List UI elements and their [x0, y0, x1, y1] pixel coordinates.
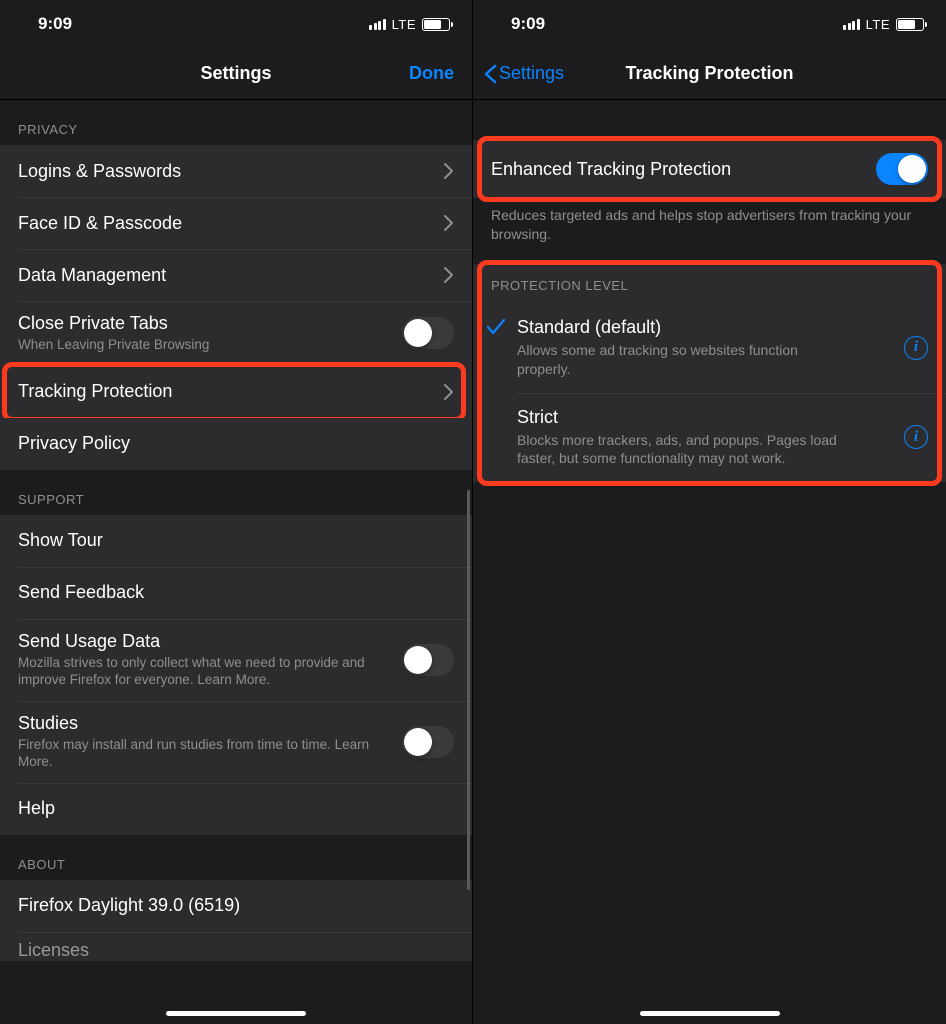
option-sub: Blocks more trackers, ads, and popups. P… [517, 431, 837, 469]
nav-bar-settings: Settings Done [0, 48, 472, 100]
etp-footer: Reduces targeted ads and helps stop adve… [473, 198, 946, 250]
row-licenses[interactable]: Licenses [0, 932, 472, 961]
row-title: Firefox Daylight 39.0 (6519) [18, 895, 442, 916]
checkmark-icon [487, 319, 505, 340]
option-sub: Allows some ad tracking so websites func… [517, 341, 837, 379]
row-show-tour[interactable]: Show Tour [0, 515, 472, 567]
chevron-right-icon [444, 384, 454, 400]
row-data-management[interactable]: Data Management [0, 249, 472, 301]
row-title: Help [18, 798, 442, 819]
row-title: Studies [18, 713, 390, 734]
row-sub: When Leaving Private Browsing [18, 336, 390, 354]
option-title: Strict [517, 407, 928, 428]
row-send-feedback[interactable]: Send Feedback [0, 567, 472, 619]
row-faceid-passcode[interactable]: Face ID & Passcode [0, 197, 472, 249]
row-enhanced-tracking-protection[interactable]: Enhanced Tracking Protection [473, 140, 946, 198]
nav-bar-tracking-protection: Settings Tracking Protection [473, 48, 946, 100]
chevron-left-icon [483, 64, 497, 84]
status-time: 9:09 [38, 14, 72, 34]
row-help[interactable]: Help [0, 783, 472, 835]
row-sub: Mozilla strives to only collect what we … [18, 654, 390, 689]
toggle-send-usage-data[interactable] [402, 644, 454, 676]
row-sub: Firefox may install and run studies from… [18, 736, 390, 771]
status-time: 9:09 [511, 14, 545, 34]
nav-title: Settings [200, 63, 271, 84]
network-label: LTE [866, 17, 890, 32]
row-title: Privacy Policy [18, 433, 442, 454]
toggle-enhanced-tracking-protection[interactable] [876, 153, 928, 185]
row-title: Data Management [18, 265, 432, 286]
chevron-right-icon [444, 215, 454, 231]
section-header-about: ABOUT [0, 835, 472, 880]
row-title: Show Tour [18, 530, 442, 551]
info-icon[interactable]: i [904, 425, 928, 449]
home-indicator[interactable] [166, 1011, 306, 1016]
status-bar: 9:09 LTE [473, 0, 946, 48]
info-icon[interactable]: i [904, 336, 928, 360]
option-strict[interactable]: Strict Blocks more trackers, ads, and po… [473, 393, 946, 483]
signal-icon [843, 18, 860, 30]
battery-icon [422, 18, 450, 31]
section-header-support: SUPPORT [0, 470, 472, 515]
row-close-private-tabs[interactable]: Close Private Tabs When Leaving Private … [0, 301, 472, 366]
back-button[interactable]: Settings [483, 63, 564, 84]
row-title: Send Usage Data [18, 631, 390, 652]
network-label: LTE [392, 17, 416, 32]
option-standard[interactable]: Standard (default) Allows some ad tracki… [473, 303, 946, 393]
tracking-protection-screen: 9:09 LTE Settings Tracking Protection En… [473, 0, 946, 1024]
done-button[interactable]: Done [409, 63, 454, 84]
row-firefox-version[interactable]: Firefox Daylight 39.0 (6519) [0, 880, 472, 932]
chevron-right-icon [444, 163, 454, 179]
toggle-studies[interactable] [402, 726, 454, 758]
row-title: Close Private Tabs [18, 313, 390, 334]
section-header-protection-level: PROTECTION LEVEL [473, 264, 946, 303]
status-indicators: LTE [843, 17, 924, 32]
row-title: Face ID & Passcode [18, 213, 432, 234]
home-indicator[interactable] [640, 1011, 780, 1016]
battery-icon [896, 18, 924, 31]
chevron-right-icon [444, 267, 454, 283]
row-logins-passwords[interactable]: Logins & Passwords [0, 145, 472, 197]
row-title: Tracking Protection [18, 381, 432, 402]
status-indicators: LTE [369, 17, 450, 32]
section-header-privacy: PRIVACY [0, 100, 472, 145]
toggle-close-private-tabs[interactable] [402, 317, 454, 349]
back-label: Settings [499, 63, 564, 84]
status-bar: 9:09 LTE [0, 0, 472, 48]
nav-title: Tracking Protection [625, 63, 793, 84]
row-title: Licenses [18, 940, 442, 961]
option-title: Standard (default) [517, 317, 928, 338]
row-title: Send Feedback [18, 582, 442, 603]
settings-screen: 9:09 LTE Settings Done PRIVACY Logins & … [0, 0, 473, 1024]
row-title: Logins & Passwords [18, 161, 432, 182]
row-studies[interactable]: Studies Firefox may install and run stud… [0, 701, 472, 783]
row-title: Enhanced Tracking Protection [491, 159, 864, 180]
scrollbar[interactable] [467, 490, 470, 890]
row-send-usage-data[interactable]: Send Usage Data Mozilla strives to only … [0, 619, 472, 701]
row-privacy-policy[interactable]: Privacy Policy [0, 418, 472, 470]
row-tracking-protection[interactable]: Tracking Protection [0, 366, 472, 418]
signal-icon [369, 18, 386, 30]
